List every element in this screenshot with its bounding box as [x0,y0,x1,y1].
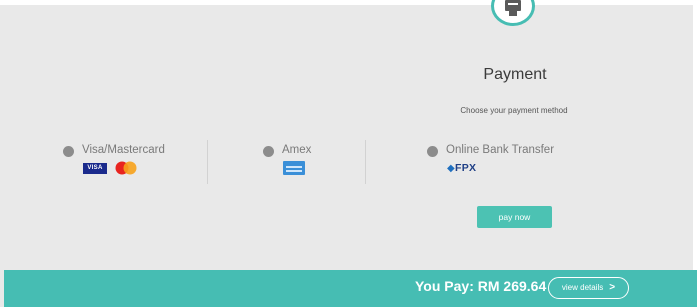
top-strip [0,0,697,5]
view-details-button[interactable]: view details > [548,277,629,299]
method-label-amex: Amex [282,144,312,156]
payment-terminal-icon [491,0,535,26]
amex-logo [283,161,305,175]
total-amount: You Pay: RM 269.64 [415,278,547,294]
divider [365,140,366,184]
fpx-logo-text: FPX [455,162,477,174]
footer-bar: You Pay: RM 269.64 view details > [4,270,697,307]
page-title-wrap: Payment [0,66,697,84]
fpx-logo: ◆FPX [447,162,477,174]
chevron-right-icon: > [609,282,616,293]
right-edge [693,0,697,270]
radio-online-bank-transfer[interactable] [427,146,438,157]
view-details-label: view details [561,283,604,292]
radio-visa-mastercard[interactable] [63,146,74,157]
radio-amex[interactable] [263,146,274,157]
mastercard-logo [115,161,137,175]
page-subtitle: Choose your payment method [460,106,568,115]
divider [207,140,208,184]
method-label-visa-mastercard: Visa/Mastercard [82,144,165,156]
visa-logo: VISA [83,163,107,174]
page-title: Payment [483,66,547,83]
pay-now-button[interactable]: pay now [477,206,552,228]
method-label-online-bank-transfer: Online Bank Transfer [446,144,555,156]
